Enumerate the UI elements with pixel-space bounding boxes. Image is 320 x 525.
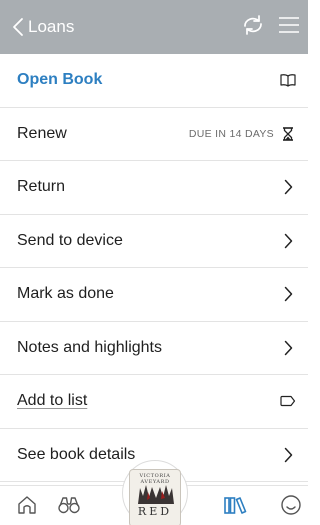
book-cover-title: RED — [137, 505, 173, 518]
open-book-icon — [280, 72, 296, 88]
menu-item-notes-and-highlights[interactable]: Notes and highlights — [0, 322, 308, 375]
chevron-right-icon — [280, 286, 296, 302]
sync-icon — [241, 14, 265, 41]
tag-icon — [280, 393, 296, 409]
book-actions-menu: Open Book Renew DUE IN 14 DAYS Return Se… — [0, 54, 308, 482]
home-icon — [16, 494, 38, 521]
menu-item-mark-as-done[interactable]: Mark as done — [0, 268, 308, 322]
smiley-icon — [280, 494, 302, 521]
menu-item-add-to-list[interactable]: Add to list — [0, 375, 308, 429]
chevron-right-icon — [280, 233, 296, 249]
menu-item-label: See book details — [17, 445, 136, 463]
menu-item-label: Mark as done — [17, 285, 114, 303]
due-date-badge: DUE IN 14 DAYS — [188, 127, 274, 140]
tab-shelf[interactable] — [222, 494, 248, 520]
back-button[interactable]: Loans — [0, 17, 74, 37]
tab-home[interactable] — [14, 494, 40, 520]
hamburger-menu-icon — [278, 16, 300, 39]
menu-item-open-book[interactable]: Open Book — [0, 54, 308, 108]
crown-art-icon — [138, 485, 174, 504]
app-header: Loans — [0, 0, 308, 54]
tab-explore[interactable] — [56, 494, 82, 520]
menu-item-label: Open Book — [17, 71, 103, 89]
chevron-right-icon — [280, 179, 296, 195]
menu-item-label: Send to device — [17, 231, 123, 249]
chevron-right-icon — [280, 447, 296, 463]
menu-item-renew[interactable]: Renew DUE IN 14 DAYS — [0, 108, 308, 161]
menu-item-label: Notes and highlights — [17, 338, 162, 356]
current-book-button[interactable]: VICTORIA AVEYARD RED — [122, 460, 188, 525]
tab-feedback[interactable] — [278, 494, 304, 520]
book-cover-thumbnail: VICTORIA AVEYARD RED — [129, 469, 181, 525]
chevron-left-icon — [12, 17, 24, 37]
menu-item-label: Return — [17, 178, 66, 196]
hourglass-icon — [280, 126, 296, 142]
menu-item-label: Add to list — [17, 392, 88, 410]
sync-button[interactable] — [240, 14, 266, 40]
binoculars-icon — [57, 494, 81, 521]
menu-item-label: Renew — [17, 124, 67, 142]
menu-item-send-to-device[interactable]: Send to device — [0, 215, 308, 268]
back-label: Loans — [28, 17, 75, 36]
chevron-right-icon — [280, 340, 296, 356]
menu-button[interactable] — [276, 14, 302, 40]
library-icon — [223, 494, 247, 521]
menu-item-return[interactable]: Return — [0, 161, 308, 215]
